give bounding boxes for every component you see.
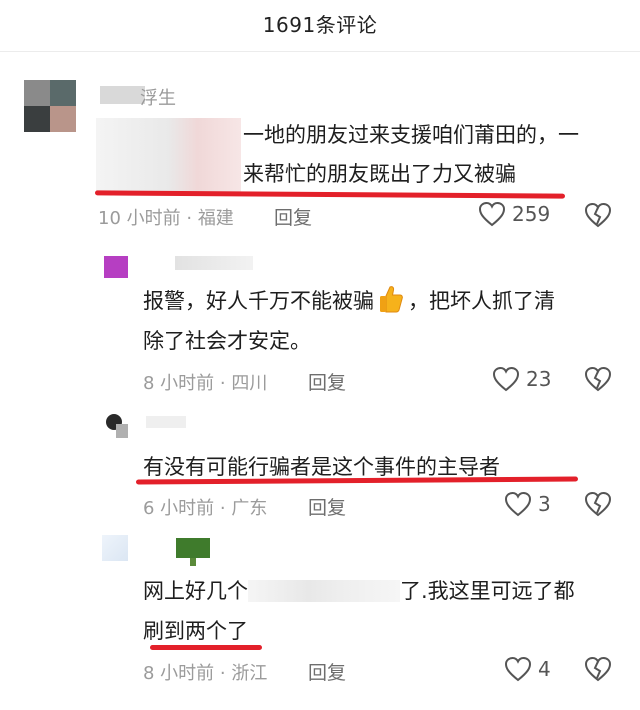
reply-button[interactable]: 回复	[308, 658, 346, 685]
comment-location: 四川	[231, 373, 268, 394]
avatar[interactable]	[104, 256, 128, 278]
comments-header: 1691条评论	[0, 0, 640, 52]
comment-text-line: 一地的朋友过来支援咱们莆田的，一	[243, 123, 579, 147]
comment-meta: 10 小时前 · 福建	[98, 208, 234, 229]
comment-time: 10 小时前	[98, 208, 181, 229]
comment-text-segment: 网上好几个	[143, 579, 248, 603]
like-count: 259	[512, 202, 551, 226]
heart-outline-icon	[504, 491, 532, 517]
reply-button[interactable]: 回复	[308, 493, 346, 520]
avatar[interactable]	[102, 535, 128, 561]
blurred-username-mask	[175, 256, 253, 270]
blurred-username-mask	[146, 416, 186, 428]
comment-text-line: 报警，好人千万不能被骗 ，把坏人抓了清	[143, 280, 555, 322]
broken-heart-icon	[584, 366, 612, 392]
dislike-button[interactable]	[584, 491, 612, 521]
comment-location: 广东	[231, 498, 268, 519]
like-button[interactable]: 23	[492, 366, 551, 392]
like-count: 23	[526, 367, 552, 391]
avatar[interactable]	[24, 80, 76, 132]
broken-heart-icon	[584, 656, 612, 682]
heart-outline-icon	[504, 656, 532, 682]
comment-text-segment: 报警，好人千万不能被骗	[143, 289, 374, 313]
like-button[interactable]: 259	[478, 201, 550, 227]
like-count: 4	[538, 657, 551, 681]
dislike-button[interactable]	[584, 366, 612, 396]
comment-text-segment: 了.我这里可远了都	[400, 579, 575, 603]
comment-time: 6 小时前	[143, 498, 215, 519]
blurred-text-mask	[96, 118, 241, 192]
broken-heart-icon	[584, 491, 612, 517]
comment-text-line: 网上好几个 了.我这里可远了都	[143, 570, 575, 612]
comment-text-segment: ，把坏人抓了清	[408, 289, 555, 313]
reply-button[interactable]: 回复	[274, 203, 312, 230]
blurred-text-mask	[248, 580, 400, 602]
username[interactable]: 浮生	[140, 84, 176, 110]
comment-text-line: 来帮忙的朋友既出了力又被骗	[243, 162, 516, 186]
red-underline-annotation	[150, 645, 262, 650]
like-button[interactable]: 4	[504, 656, 551, 682]
comment-count-title: 1691条评论	[262, 13, 378, 37]
dislike-button[interactable]	[584, 656, 612, 686]
reply-button[interactable]: 回复	[308, 368, 346, 395]
comment-location: 浙江	[231, 663, 268, 684]
comment-text-line: 除了社会才安定。	[143, 329, 311, 353]
broken-heart-icon	[584, 202, 612, 228]
like-count: 3	[538, 492, 551, 516]
comment-time: 8 小时前	[143, 373, 215, 394]
comment-time: 8 小时前	[143, 663, 215, 684]
comment-meta: 8 小时前 · 浙江	[143, 663, 268, 684]
avatar	[176, 538, 210, 566]
like-button[interactable]: 3	[504, 491, 551, 517]
heart-outline-icon	[478, 201, 506, 227]
avatar[interactable]	[102, 412, 128, 438]
comment-location: 福建	[197, 208, 234, 229]
blurred-username-mask	[100, 86, 145, 104]
dislike-button[interactable]	[584, 202, 612, 232]
heart-outline-icon	[492, 366, 520, 392]
thumbs-up-emoji-icon	[378, 284, 404, 314]
comment-meta: 8 小时前 · 四川	[143, 373, 268, 394]
comment-meta: 6 小时前 · 广东	[143, 498, 268, 519]
